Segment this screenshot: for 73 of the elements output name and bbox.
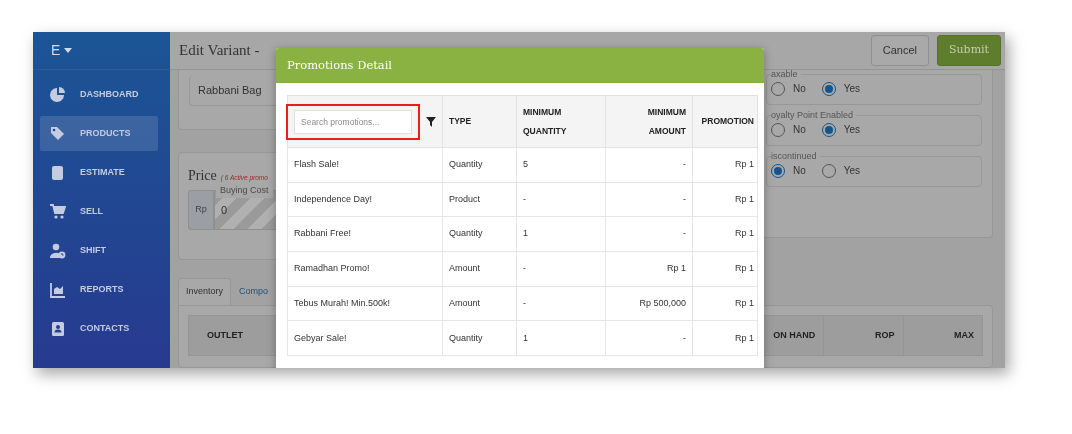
radio-label: No [793,123,806,137]
table-cell: - [605,320,693,356]
table-cell: 5 [516,147,606,183]
table-cell: Product [442,182,517,217]
column-header: TYPE [442,95,517,148]
table-cell: Ramadhan Promo! [287,251,443,287]
table-cell: 1 [516,216,606,252]
column-header: MINIMUM QUANTITY [516,95,606,148]
table-cell: Rp 1 [692,320,758,356]
table-cell: Quantity [442,147,517,183]
buying-cost-label: Buying Cost [216,184,273,198]
cart-icon [50,203,66,220]
sidebar-item[interactable]: REPORTS [40,272,158,307]
sidebar-item[interactable]: PRODUCTS [40,116,158,151]
brand-letter[interactable]: E [51,40,61,61]
column-header: ROP [823,315,904,356]
sidebar-item[interactable]: ESTIMATE [40,155,158,190]
table-cell: - [605,216,693,252]
option-label: axable [771,70,799,79]
table-cell: Rabbani Free! [287,216,443,252]
table-cell: - [516,251,606,287]
price-title: Price [188,167,217,185]
radio-label: No [793,164,806,178]
option-label: oyalty Point Enabled [771,111,855,120]
column-header: MINIMUM AMOUNT [605,95,693,148]
radio-label: Yes [843,164,861,178]
sidebar-item[interactable]: CONTACTS [40,311,158,346]
table-cell: Rp 1 [692,251,758,287]
sidebar-item[interactable]: SHIFT [40,233,158,268]
clipboard-icon [50,164,66,181]
table-cell: 1 [516,320,606,356]
option-label: iscontinued [771,152,818,161]
table-cell: Amount [442,286,517,321]
currency-prefix: Rp [188,190,214,230]
table-cell: - [605,147,693,183]
table-cell: - [516,286,606,321]
sidebar-item[interactable]: SELL [40,194,158,229]
sidebar-item[interactable]: DASHBOARD [40,77,158,112]
table-cell: Rp 1 [692,182,758,217]
radio-label: No [793,82,806,96]
tag-icon [50,125,66,142]
table-cell: Flash Sale! [287,147,443,183]
column-header: PROMOTION [692,95,758,148]
cancel-button[interactable]: Cancel [870,35,929,66]
table-cell: Rp 1 [605,251,693,287]
radio-label: Yes [843,82,861,96]
tab[interactable]: Inventory [178,278,232,305]
chart-icon [50,281,66,298]
table-cell: - [605,182,693,217]
table-cell: Amount [442,251,517,287]
contact-book-icon [50,320,66,337]
buying-cost-value: 0 [221,202,228,218]
table-cell: Rp 1 [692,216,758,252]
submit-button[interactable]: Submit [936,35,1001,66]
caret-icon[interactable] [64,48,73,53]
person-clock-icon [50,242,66,259]
table-cell: Rp 1 [692,147,758,183]
table-cell: Tebus Murah! Min.500k! [287,286,443,321]
table-cell: Rp 1 [692,286,758,321]
pie-chart-icon [50,86,66,103]
search-field[interactable]: Search promotions... [294,109,412,134]
column-header: MAX [903,315,983,356]
table-cell: Rp 500,000 [605,286,693,321]
table-cell: Quantity [442,216,517,252]
modal-title: Promotions Detail [287,56,393,74]
page-title: Edit Variant - [179,41,260,61]
table-cell: - [516,182,606,217]
tab[interactable]: Compo [231,278,277,305]
table-cell: Independence Day! [287,182,443,217]
radio-label: Yes [843,123,861,137]
table-cell: Gebyar Sale! [287,320,443,356]
table-cell: Quantity [442,320,517,356]
filter-icon[interactable] [426,116,436,127]
